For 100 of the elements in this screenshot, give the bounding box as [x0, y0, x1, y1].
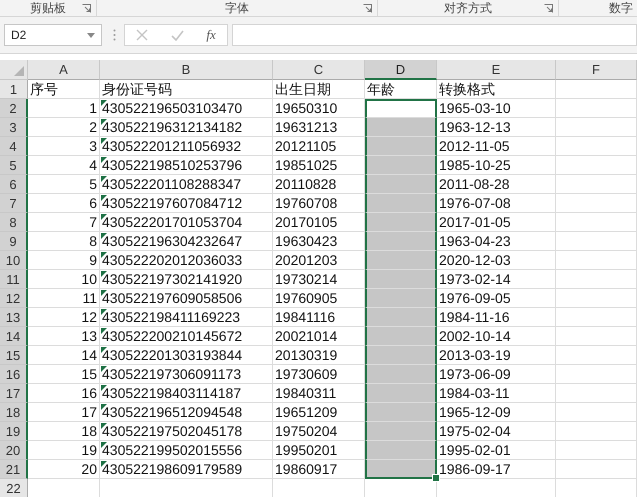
table-cell: 1985-10-25 — [437, 156, 556, 175]
table-cell: 9 — [28, 251, 100, 270]
insert-function-button[interactable]: fx — [206, 27, 216, 43]
table-cell: 11 — [28, 289, 100, 308]
table-cell: 430522196503103470 — [100, 99, 273, 118]
table-cell: 430522197607084712 — [100, 194, 273, 213]
table-cell: 430522197302141920 — [100, 270, 273, 289]
column-header[interactable]: B — [100, 60, 273, 80]
ribbon-group-label: 数字 — [609, 0, 633, 16]
corner-triangle-icon[interactable] — [14, 66, 24, 76]
table-cell: 430522200210145672 — [100, 327, 273, 346]
row-header[interactable]: 9 — [0, 232, 28, 251]
table-cell: 2002-10-14 — [437, 327, 556, 346]
row-header[interactable]: 16 — [0, 365, 28, 384]
row-header[interactable]: 12 — [0, 289, 28, 308]
column-header[interactable]: F — [556, 60, 637, 80]
column-header[interactable]: D — [365, 60, 437, 80]
dialog-launcher-icon[interactable] — [82, 4, 91, 13]
table-cell: 1963-04-23 — [437, 232, 556, 251]
row-header[interactable]: 4 — [0, 137, 28, 156]
row-header[interactable]: 6 — [0, 175, 28, 194]
row-header[interactable]: 13 — [0, 308, 28, 327]
cell-reference: D2 — [11, 28, 26, 42]
row-header[interactable]: 21 — [0, 460, 28, 479]
table-cell: 13 — [28, 327, 100, 346]
dialog-launcher-icon[interactable] — [363, 4, 372, 13]
table-cell: 430522201701053704 — [100, 213, 273, 232]
table-cell: 15 — [28, 365, 100, 384]
table-cell: 3 — [28, 137, 100, 156]
column-header[interactable]: E — [437, 60, 556, 80]
table-cell: 430522196312134182 — [100, 118, 273, 137]
table-cell: 1 — [28, 99, 100, 118]
row-header[interactable]: 10 — [0, 251, 28, 270]
table-cell: 2017-01-05 — [437, 213, 556, 232]
fill-handle[interactable] — [432, 474, 440, 482]
table-cell: 6 — [28, 194, 100, 213]
table-cell: 16 — [28, 384, 100, 403]
table-cell: 430522197306091173 — [100, 365, 273, 384]
formula-input[interactable] — [232, 24, 637, 46]
table-cell: 8 — [28, 232, 100, 251]
row-header[interactable]: 7 — [0, 194, 28, 213]
table-cell: 1973-06-09 — [437, 365, 556, 384]
row-header[interactable]: 22 — [0, 479, 28, 497]
row-header[interactable]: 5 — [0, 156, 28, 175]
row-header[interactable]: 17 — [0, 384, 28, 403]
table-cell: 20 — [28, 460, 100, 479]
table-cell: 2 — [28, 118, 100, 137]
table-cell: 430522197502045178 — [100, 422, 273, 441]
table-cell: 5 — [28, 175, 100, 194]
table-cell: 430522196512094548 — [100, 403, 273, 422]
table-cell: 1986-09-17 — [437, 460, 556, 479]
table-cell: 430522198411169223 — [100, 308, 273, 327]
drag-handle-icon[interactable] — [113, 29, 116, 41]
row-header[interactable]: 20 — [0, 441, 28, 460]
table-cell: 430522198510253796 — [100, 156, 273, 175]
name-box[interactable]: D2 — [4, 24, 102, 46]
row-header[interactable]: 8 — [0, 213, 28, 232]
table-cell: 1965-12-09 — [437, 403, 556, 422]
table-cell: 1973-02-14 — [437, 270, 556, 289]
table-cell: 430522201211056932 — [100, 137, 273, 156]
table-cell: 430522197609058506 — [100, 289, 273, 308]
table-cell: 2020-12-03 — [437, 251, 556, 270]
table-cell: 430522199502015556 — [100, 441, 273, 460]
table-cell: 18 — [28, 422, 100, 441]
table-cell: 430522198609179589 — [100, 460, 273, 479]
table-cell: 10 — [28, 270, 100, 289]
table-cell: 12 — [28, 308, 100, 327]
row-header[interactable]: 11 — [0, 270, 28, 289]
table-cell: 出生日期 — [273, 80, 365, 99]
table-cell: 1984-03-11 — [437, 384, 556, 403]
row-header[interactable]: 18 — [0, 403, 28, 422]
row-header[interactable]: 14 — [0, 327, 28, 346]
table-cell: 2011-08-28 — [437, 175, 556, 194]
table-cell: 2012-11-05 — [437, 137, 556, 156]
table-cell: 序号 — [28, 80, 100, 99]
table-cell: 430522196304232647 — [100, 232, 273, 251]
caret-icon[interactable] — [87, 32, 95, 38]
table-cell: 1976-07-08 — [437, 194, 556, 213]
row-header[interactable]: 2 — [0, 99, 28, 118]
dialog-launcher-icon[interactable] — [544, 4, 553, 13]
row-header[interactable]: 1 — [0, 80, 28, 99]
table-cell: 身份证号码 — [100, 80, 273, 99]
table-cell: 7 — [28, 213, 100, 232]
column-header[interactable]: A — [28, 60, 100, 80]
ribbon-group-label: 字体 — [225, 0, 249, 16]
table-cell: 4 — [28, 156, 100, 175]
table-cell: 19 — [28, 441, 100, 460]
ribbon-group-label: 对齐方式 — [444, 0, 492, 16]
row-header[interactable]: 3 — [0, 118, 28, 137]
table-cell: 2013-03-19 — [437, 346, 556, 365]
table-cell: 430522202012036033 — [100, 251, 273, 270]
table-cell: 430522201303193844 — [100, 346, 273, 365]
table-cell: 1975-02-04 — [437, 422, 556, 441]
table-cell: 转换格式 — [437, 80, 556, 99]
row-header[interactable]: 15 — [0, 346, 28, 365]
table-cell: 430522201108288347 — [100, 175, 273, 194]
table-cell: 430522198403114187 — [100, 384, 273, 403]
table-cell: 1963-12-13 — [437, 118, 556, 137]
row-header[interactable]: 19 — [0, 422, 28, 441]
ribbon-group-label: 剪贴板 — [30, 0, 66, 16]
